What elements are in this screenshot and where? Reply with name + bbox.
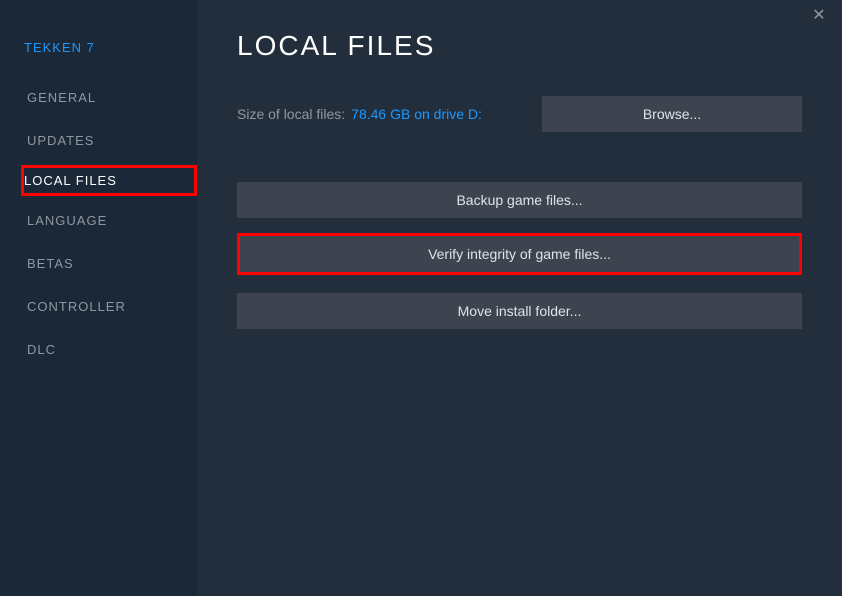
action-button-stack: Backup game files... Verify integrity of…	[237, 182, 802, 329]
size-of-local-files-label: Size of local files:	[237, 106, 345, 122]
sidebar-item-updates[interactable]: UPDATES	[24, 122, 197, 159]
move-install-folder-button[interactable]: Move install folder...	[237, 293, 802, 329]
browse-button[interactable]: Browse...	[542, 96, 802, 132]
sidebar-item-general[interactable]: GENERAL	[24, 79, 197, 116]
sidebar: TEKKEN 7 GENERAL UPDATES LOCAL FILES LAN…	[0, 0, 197, 596]
sidebar-item-dlc[interactable]: DLC	[24, 331, 197, 368]
sidebar-item-betas[interactable]: BETAS	[24, 245, 197, 282]
verify-integrity-button[interactable]: Verify integrity of game files...	[237, 233, 802, 275]
page-title: LOCAL FILES	[237, 30, 802, 62]
size-of-local-files-value: 78.46 GB on drive D:	[351, 106, 482, 122]
backup-game-files-button[interactable]: Backup game files...	[237, 182, 802, 218]
sidebar-item-local-files[interactable]: LOCAL FILES	[21, 165, 197, 196]
main-panel: ✕ LOCAL FILES Size of local files: 78.46…	[197, 0, 842, 596]
sidebar-item-controller[interactable]: CONTROLLER	[24, 288, 197, 325]
properties-dialog: TEKKEN 7 GENERAL UPDATES LOCAL FILES LAN…	[0, 0, 842, 596]
game-title: TEKKEN 7	[24, 40, 197, 55]
close-button[interactable]: ✕	[810, 8, 828, 26]
size-row: Size of local files: 78.46 GB on drive D…	[237, 96, 802, 132]
sidebar-item-language[interactable]: LANGUAGE	[24, 202, 197, 239]
close-icon: ✕	[812, 7, 825, 24]
